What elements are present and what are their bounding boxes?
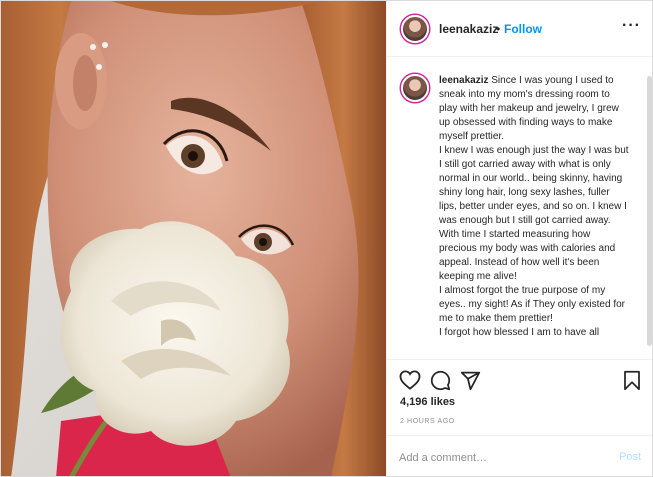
instagram-post: leenakaziz • Follow ··· leenakaziz Since… bbox=[0, 0, 653, 477]
comment-bar: Post bbox=[387, 435, 652, 476]
send-icon[interactable] bbox=[460, 370, 481, 396]
caption-avatar[interactable] bbox=[401, 74, 429, 102]
post-details-panel: leenakaziz • Follow ··· leenakaziz Since… bbox=[386, 1, 652, 476]
more-options-icon[interactable]: ··· bbox=[622, 17, 641, 35]
caption-username[interactable]: leenakaziz bbox=[439, 75, 488, 86]
post-comment-button[interactable]: Post bbox=[619, 451, 641, 463]
caption-body: Since I was young I used to sneak into m… bbox=[439, 75, 629, 338]
likes-count[interactable]: 4,196 likes bbox=[400, 396, 455, 408]
username-link[interactable]: leenakaziz bbox=[439, 22, 498, 36]
post-header: leenakaziz • Follow ··· bbox=[387, 1, 652, 57]
follow-button[interactable]: Follow bbox=[504, 22, 542, 36]
post-photo[interactable] bbox=[1, 1, 386, 476]
bookmark-icon[interactable] bbox=[623, 370, 641, 396]
action-bar: 4,196 likes 2 HOURS AGO bbox=[387, 359, 652, 433]
separator-dot: • bbox=[496, 22, 501, 36]
avatar[interactable] bbox=[401, 15, 429, 43]
caption-text: leenakaziz Since I was young I used to s… bbox=[439, 74, 629, 340]
comment-input[interactable] bbox=[399, 450, 599, 466]
caption-area[interactable]: leenakaziz Since I was young I used to s… bbox=[387, 58, 652, 359]
comment-icon[interactable] bbox=[430, 370, 451, 396]
caption-scrollbar[interactable] bbox=[647, 76, 652, 346]
post-image bbox=[1, 1, 386, 476]
heart-icon[interactable] bbox=[399, 370, 421, 395]
post-timestamp[interactable]: 2 HOURS AGO bbox=[400, 418, 455, 425]
